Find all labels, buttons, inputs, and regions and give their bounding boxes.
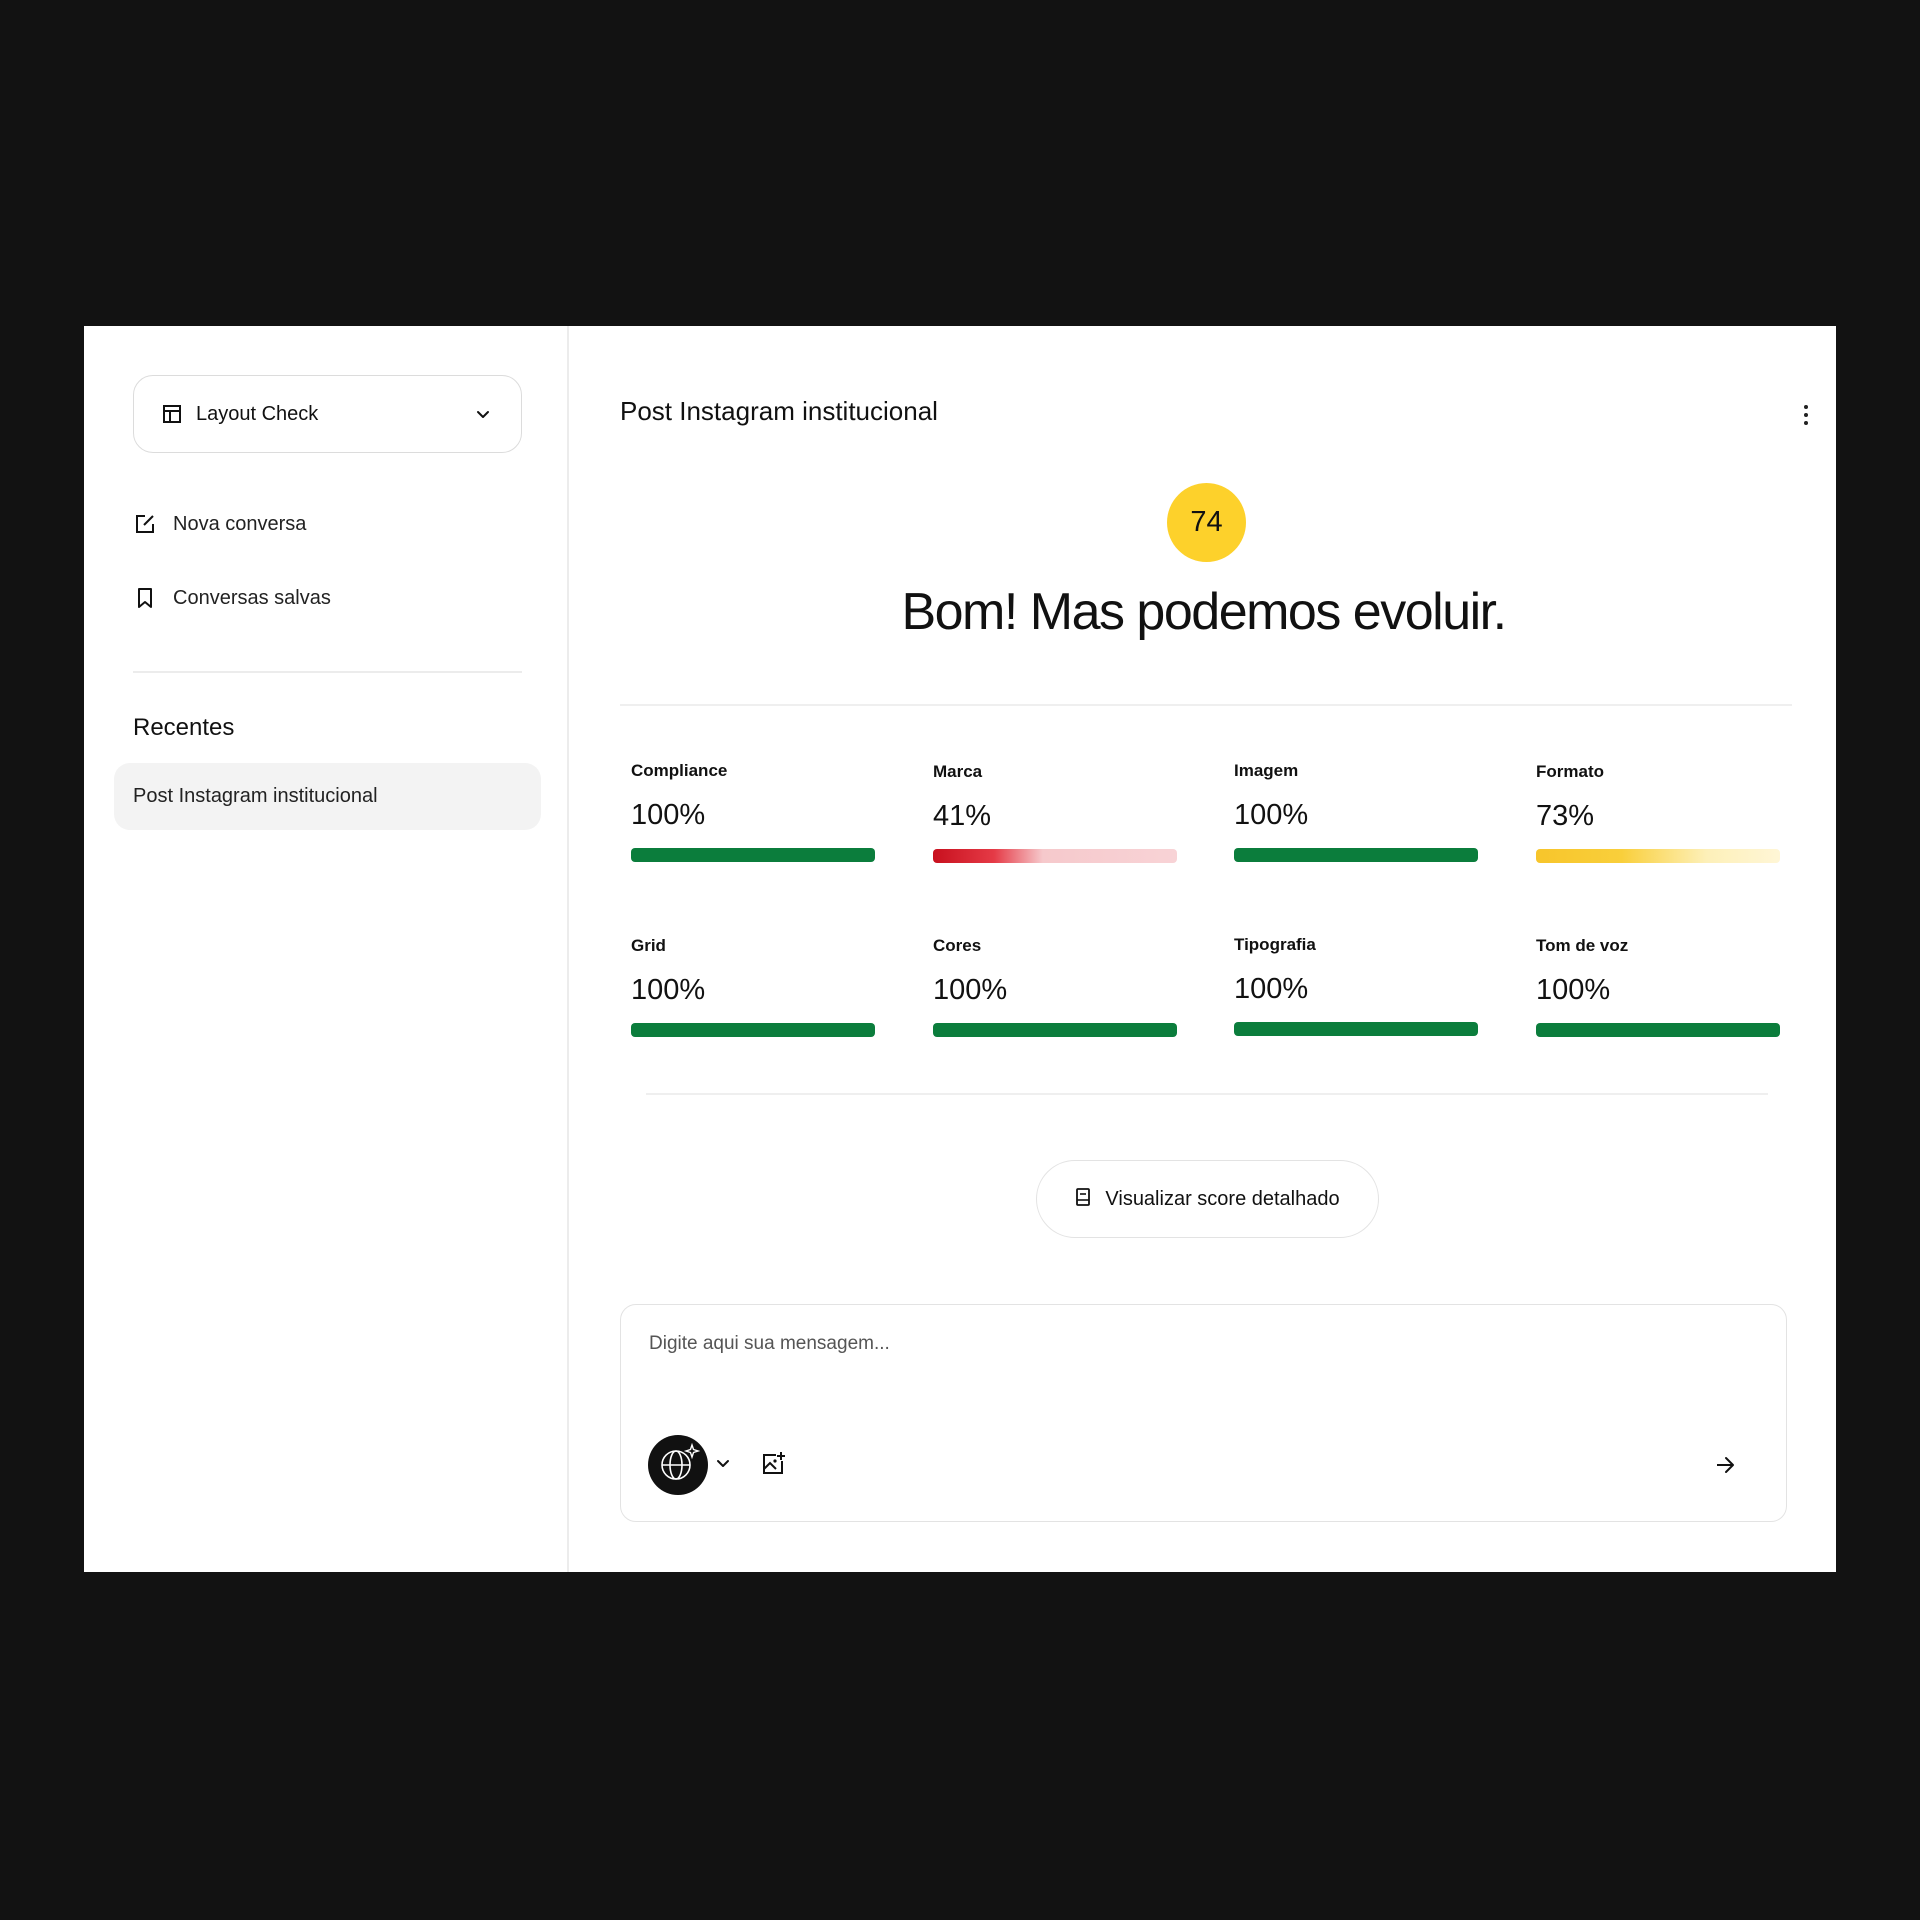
bookmark-icon	[133, 586, 157, 610]
metric-value: 100%	[631, 799, 706, 831]
score-badge: 74	[1167, 483, 1246, 562]
sidebar-item-nova-conversa[interactable]: Nova conversa	[133, 512, 306, 536]
sidebar-item-label: Nova conversa	[173, 512, 307, 535]
metric-value: 41%	[933, 800, 992, 832]
layout-icon	[162, 403, 184, 425]
view-detailed-score-button[interactable]: Visualizar score detalhado	[1036, 1160, 1379, 1238]
app-selector-label: Layout Check	[196, 402, 319, 425]
app-window: Layout Check Nova conversa Conversas sal…	[84, 326, 1836, 1572]
divider	[646, 1093, 1768, 1095]
chevron-down-icon	[473, 404, 493, 424]
message-input[interactable]	[649, 1333, 1749, 1355]
metric-tipografia: Tipografia 100%	[1234, 935, 1478, 1036]
app-selector-dropdown[interactable]: Layout Check	[133, 375, 522, 453]
recent-heading: Recentes	[133, 714, 235, 741]
message-composer	[620, 1304, 1787, 1522]
more-options-button[interactable]	[1794, 400, 1818, 430]
sidebar-item-conversas-salvas[interactable]: Conversas salvas	[133, 586, 331, 610]
metric-label: Compliance	[631, 761, 728, 780]
send-arrow-icon[interactable]	[1713, 1453, 1739, 1479]
dot-icon	[1804, 413, 1808, 417]
metric-tom-de-voz: Tom de voz 100%	[1536, 936, 1780, 1037]
metric-label: Grid	[631, 936, 666, 955]
metric-label: Tom de voz	[1536, 936, 1629, 955]
metric-progress-bar	[933, 849, 1177, 863]
metric-progress-bar	[631, 1023, 875, 1037]
page-title: Post Instagram institucional	[620, 396, 938, 426]
metric-label: Tipografia	[1234, 935, 1316, 954]
metric-cores: Cores 100%	[933, 936, 1177, 1037]
main-panel: Post Instagram institucional 74 Bom! Mas…	[571, 326, 1836, 1572]
document-icon	[1075, 1187, 1091, 1211]
metric-value: 100%	[631, 974, 706, 1006]
globe-sparkle-icon	[656, 1441, 701, 1490]
metric-progress-bar	[1536, 849, 1780, 863]
divider	[620, 704, 1792, 706]
metric-imagem: Imagem 100%	[1234, 761, 1478, 862]
score-headline: Bom! Mas podemos evoluir.	[901, 583, 1507, 641]
sidebar-item-label: Conversas salvas	[173, 586, 331, 609]
metric-progress-bar	[933, 1023, 1177, 1037]
metric-progress-bar	[1536, 1023, 1780, 1037]
metric-marca: Marca 41%	[933, 762, 1177, 863]
metric-value: 100%	[1234, 799, 1309, 831]
web-search-model-button[interactable]	[648, 1435, 708, 1495]
metric-label: Formato	[1536, 762, 1604, 781]
dot-icon	[1804, 421, 1808, 425]
metric-label: Marca	[933, 762, 983, 781]
metric-value: 73%	[1536, 800, 1595, 832]
dot-icon	[1804, 405, 1808, 409]
metric-progress-bar	[631, 848, 875, 862]
view-detailed-score-label: Visualizar score detalhado	[1105, 1187, 1340, 1210]
metric-progress-bar	[1234, 1022, 1478, 1036]
edit-icon	[133, 512, 157, 536]
divider	[133, 671, 522, 673]
metric-progress-bar	[1234, 848, 1478, 862]
metric-label: Cores	[933, 936, 982, 955]
metric-value: 100%	[1234, 973, 1309, 1005]
add-image-icon[interactable]	[760, 1451, 788, 1479]
metric-value: 100%	[933, 974, 1008, 1006]
metric-compliance: Compliance 100%	[631, 761, 875, 862]
metric-grid: Grid 100%	[631, 936, 875, 1037]
recent-item[interactable]: Post Instagram institucional	[114, 763, 541, 830]
sidebar: Layout Check Nova conversa Conversas sal…	[84, 326, 569, 1572]
metric-label: Imagem	[1234, 761, 1299, 780]
metric-value: 100%	[1536, 974, 1611, 1006]
metric-formato: Formato 73%	[1536, 762, 1780, 863]
chevron-down-icon[interactable]	[715, 1455, 731, 1471]
